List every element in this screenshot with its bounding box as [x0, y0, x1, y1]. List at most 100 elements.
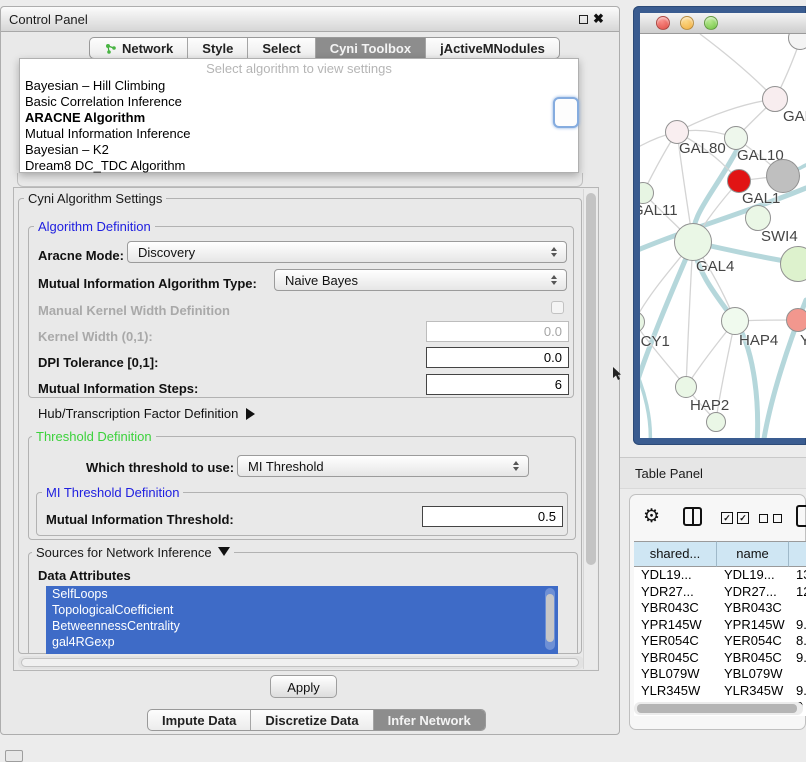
cyni-bottom-tabbar: Impute Data Discretize Data Infer Network — [147, 709, 486, 731]
column-header[interactable]: shared... — [634, 541, 717, 567]
network-icon — [104, 42, 117, 55]
network-node[interactable] — [706, 412, 726, 432]
table-row[interactable]: YBR045CYBR045C9. — [634, 650, 806, 667]
algorithm-dropdown-popup: Select algorithm to view settings Bayesi… — [19, 58, 579, 173]
document-icon[interactable] — [796, 505, 806, 527]
float-panel-icon[interactable] — [579, 15, 588, 24]
attribute-list-scrollbar[interactable] — [545, 588, 555, 650]
algorithm-option[interactable]: Bayesian – K2 — [20, 142, 578, 158]
node-label: GAL4 — [696, 258, 734, 275]
unchecked-box-icon[interactable] — [759, 514, 768, 523]
network-node[interactable] — [786, 308, 806, 332]
tab-network[interactable]: Network — [90, 38, 188, 58]
tab-select[interactable]: Select — [248, 38, 315, 58]
network-view-window[interactable]: GALGAL80GAL10GAL1GAL11GAL4SWI4HAP4YGCY1H… — [633, 6, 806, 445]
table-row[interactable]: YBL079WYBL079W — [634, 666, 806, 683]
table-row[interactable]: YLR345WYLR345W9. — [634, 683, 806, 700]
unchecked-box-icon[interactable] — [773, 514, 782, 523]
column-header[interactable]: name — [717, 541, 789, 567]
settings-horizontal-scrollbar[interactable] — [18, 656, 584, 669]
table-header-row: shared...nameA — [634, 541, 806, 567]
minimize-traffic-light-icon[interactable] — [680, 16, 694, 30]
attribute-item[interactable]: gal4RGexp — [46, 634, 558, 650]
close-icon[interactable]: ✖ — [593, 11, 604, 27]
close-traffic-light-icon[interactable] — [656, 16, 670, 30]
table-cell: YBR043C — [717, 600, 789, 617]
attribute-item[interactable]: SelfLoops — [46, 586, 558, 602]
tab-infer-network[interactable]: Infer Network — [374, 710, 485, 730]
tab-cyni-toolbox[interactable]: Cyni Toolbox — [316, 38, 426, 58]
network-node[interactable] — [766, 159, 800, 193]
node-label: GAL — [783, 108, 806, 125]
table-horizontal-scrollbar[interactable] — [634, 702, 803, 715]
tab-impute-data[interactable]: Impute Data — [148, 710, 251, 730]
kernel-width-field[interactable]: 0.0 — [426, 321, 569, 342]
which-threshold-combo[interactable]: MI Threshold — [237, 455, 529, 477]
table-panel-header: Table Panel — [620, 457, 806, 489]
hub-definition-toggle[interactable]: Hub/Transcription Factor Definition — [38, 406, 255, 421]
settings-vertical-scrollbar[interactable] — [583, 189, 597, 669]
mi-steps-label: Mutual Information Steps: — [38, 381, 198, 396]
tab-jactivemnodules[interactable]: jActiveMNodules — [426, 38, 559, 58]
node-label: SWI4 — [761, 228, 798, 245]
aracne-mode-combo[interactable]: Discovery — [127, 241, 567, 263]
table-row[interactable]: YBR043CYBR043C — [634, 600, 806, 617]
checked-box-icon[interactable]: ✓ — [737, 512, 749, 524]
table-cell: YBL079W — [717, 666, 789, 683]
hub-definition-label: Hub/Transcription Factor Definition — [38, 406, 238, 421]
node-label: GAL11 — [640, 202, 678, 219]
tab-label: Infer Network — [388, 713, 471, 728]
mi-threshold-field[interactable]: 0.5 — [422, 506, 563, 527]
attribute-item[interactable]: TopologicalCoefficient — [46, 602, 558, 618]
tab-label: Impute Data — [162, 713, 236, 728]
algorithm-option[interactable]: Basic Correlation Inference — [20, 94, 578, 110]
collapsed-arrow-icon — [246, 408, 255, 420]
attribute-item[interactable]: BetweennessCentrality — [46, 618, 558, 634]
algorithm-option[interactable]: Bayesian – Hill Climbing — [20, 78, 578, 94]
tab-style[interactable]: Style — [188, 38, 248, 58]
mi-steps-field[interactable]: 6 — [426, 374, 569, 395]
expanded-arrow-icon — [218, 547, 230, 556]
table-row[interactable]: YPR145WYPR145W9. — [634, 617, 806, 634]
manual-kernel-checkbox[interactable] — [551, 301, 564, 314]
table-row[interactable]: YER054CYER054C8. — [634, 633, 806, 650]
tab-discretize-data[interactable]: Discretize Data — [251, 710, 373, 730]
network-canvas[interactable]: GALGAL80GAL10GAL1GAL11GAL4SWI4HAP4YGCY1H… — [640, 34, 806, 438]
table-body: YDL19...YDL19...13YDR27...YDR27...12YBR0… — [634, 567, 806, 716]
dpi-tolerance-field[interactable]: 0.0 — [426, 347, 569, 368]
columns-icon[interactable] — [683, 507, 702, 526]
tab-label: Style — [202, 41, 233, 56]
table-cell: YDR27... — [717, 584, 789, 601]
table-cell: YPR145W — [717, 617, 789, 634]
algorithm-option[interactable]: Mutual Information Inference — [20, 126, 578, 142]
network-window-titlebar — [640, 13, 806, 34]
gear-icon[interactable]: ⚙ — [643, 505, 660, 528]
control-panel-titlebar: Control Panel ✖ — [1, 7, 619, 32]
mi-threshold-title: MI Threshold Definition — [42, 485, 183, 500]
table-panel-title: Table Panel — [635, 466, 703, 481]
network-node[interactable] — [674, 223, 712, 261]
zoom-traffic-light-icon[interactable] — [704, 16, 718, 30]
table-cell: YDL19... — [634, 567, 717, 584]
table-row[interactable]: YDR27...YDR27...12 — [634, 584, 806, 601]
mi-type-combo[interactable]: Naive Bayes — [274, 269, 567, 291]
node-label: HAP4 — [739, 332, 778, 349]
cyni-algorithm-settings-title: Cyni Algorithm Settings — [24, 191, 166, 206]
data-attributes-list[interactable]: SelfLoopsTopologicalCoefficientBetweenne… — [46, 586, 558, 654]
sources-title-text: Sources for Network Inference — [36, 545, 212, 560]
checked-box-icon[interactable]: ✓ — [721, 512, 733, 524]
network-node[interactable] — [675, 376, 697, 398]
sources-title[interactable]: Sources for Network Inference — [32, 545, 234, 560]
table-row[interactable]: YDL19...YDL19...13 — [634, 567, 806, 584]
table-cell: 8. — [789, 633, 806, 650]
tab-label: Select — [262, 41, 300, 56]
column-header[interactable]: A — [789, 541, 806, 567]
network-node[interactable] — [721, 307, 749, 335]
algorithm-option[interactable]: Dream8 DC_TDC Algorithm — [20, 158, 578, 174]
mi-type-value: Naive Bayes — [275, 273, 545, 288]
apply-button[interactable]: Apply — [270, 675, 337, 698]
kernel-width-label: Kernel Width (0,1): — [38, 329, 153, 344]
table-cell: YBL079W — [634, 666, 717, 683]
table-cell: 9. — [789, 683, 806, 700]
algorithm-option[interactable]: ARACNE Algorithm — [20, 110, 578, 126]
